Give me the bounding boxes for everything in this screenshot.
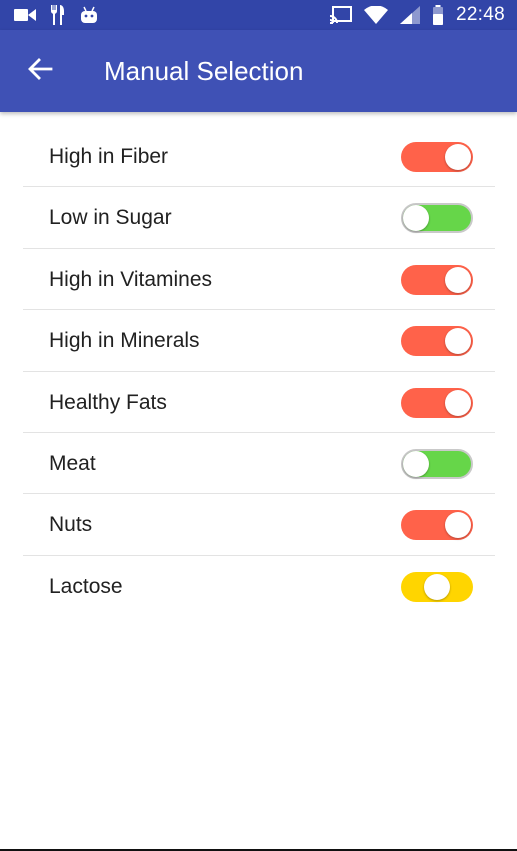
back-button[interactable]	[18, 51, 62, 91]
minerals-toggle[interactable]	[401, 326, 473, 357]
status-bar: 22:48	[0, 0, 517, 30]
list-item-lactose: Lactose	[23, 556, 495, 617]
nuts-toggle[interactable]	[401, 510, 473, 541]
item-label: High in Vitamines	[49, 267, 213, 291]
android-icon	[80, 6, 98, 24]
item-label: Meat	[49, 451, 96, 475]
list-item-high-in-fiber: High in Fiber	[23, 126, 495, 188]
list-item-high-in-vitamines: High in Vitamines	[23, 249, 495, 311]
item-label: Healthy Fats	[49, 390, 167, 414]
toggle-knob	[403, 450, 429, 477]
wifi-icon	[363, 6, 388, 24]
page-title: Manual Selection	[104, 56, 304, 86]
item-label: Low in Sugar	[49, 206, 172, 230]
healthy-fats-toggle[interactable]	[401, 387, 473, 418]
list-item-nuts: Nuts	[23, 494, 495, 556]
list-item-healthy-fats: Healthy Fats	[23, 372, 495, 433]
video-camera-icon	[14, 8, 36, 22]
toggle-knob	[424, 573, 450, 600]
toggle-knob	[445, 389, 471, 416]
selection-list: High in Fiber Low in Sugar High in Vitam…	[23, 126, 495, 617]
meat-toggle[interactable]	[401, 448, 473, 479]
fiber-toggle[interactable]	[401, 142, 473, 172]
toggle-knob	[445, 328, 471, 355]
signal-icon	[399, 6, 420, 24]
item-label: High in Minerals	[49, 329, 200, 353]
status-time: 22:48	[455, 4, 505, 25]
list-item-low-in-sugar: Low in Sugar	[23, 187, 495, 249]
restaurant-icon	[50, 5, 66, 25]
list-item-high-in-minerals: High in Minerals	[23, 310, 495, 372]
item-label: Nuts	[49, 513, 93, 537]
vitamines-toggle[interactable]	[401, 264, 473, 295]
toggle-knob	[445, 266, 471, 293]
toggle-knob	[403, 205, 429, 232]
cast-icon	[329, 6, 352, 24]
toggle-knob	[445, 144, 471, 170]
toggle-knob	[445, 512, 471, 539]
app-bar: Manual Selection	[0, 30, 517, 112]
sugar-toggle[interactable]	[401, 203, 473, 234]
lactose-toggle[interactable]	[401, 571, 473, 602]
list-item-meat: Meat	[23, 433, 495, 495]
item-label: Lactose	[49, 574, 123, 598]
arrow-back-icon	[27, 57, 53, 86]
battery-icon	[432, 5, 444, 25]
item-label: High in Fiber	[49, 145, 169, 168]
